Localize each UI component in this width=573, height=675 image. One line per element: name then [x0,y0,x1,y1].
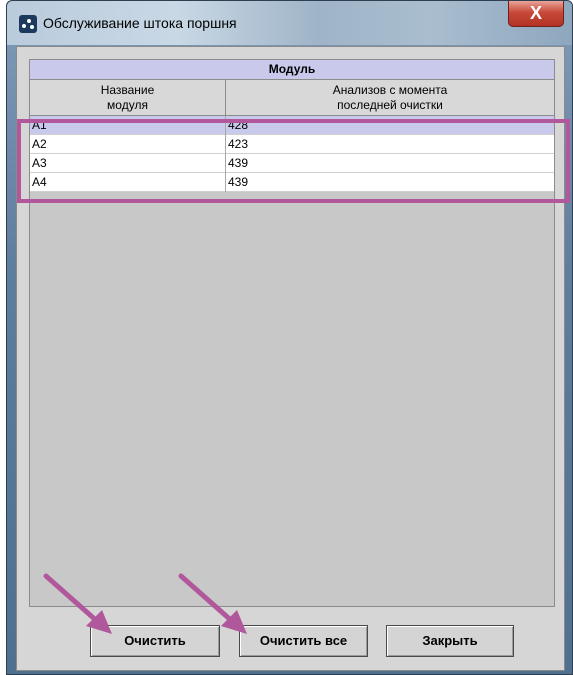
client-area: Модуль Название модуля Анализов с момент… [16,46,565,671]
table-row[interactable]: A1 428 [30,116,554,135]
analyses-count-cell: 423 [228,137,249,151]
module-name-cell: A4 [30,173,226,192]
column-header-module-name-line2: модуля [107,98,148,112]
analyses-count-cell: 428 [228,118,249,132]
close-button[interactable]: Закрыть [386,625,514,657]
window-title: Обслуживание штока поршня [43,15,237,31]
analyses-count-cell: 439 [228,156,249,170]
column-header-module-name[interactable]: Название модуля [30,80,226,116]
table-body: A1 428 A2 423 A3 439 A4 439 [30,116,554,192]
analyses-count-cell: 439 [228,175,249,189]
clear-button[interactable]: Очистить [90,625,220,657]
column-header-module-name-line1: Название [100,83,155,97]
close-window-button[interactable]: X [508,1,564,27]
clear-all-button[interactable]: Очистить все [239,625,368,657]
table-row[interactable]: A2 423 [30,135,554,154]
module-name-cell: A1 [30,116,226,135]
column-header-analyses-count-line1: Анализов с момента [332,83,448,97]
column-header-analyses-count[interactable]: Анализов с момента последней очистки [226,80,554,116]
table-group-header: Модуль [30,60,554,80]
maintenance-window: Обслуживание штока поршня X Модуль Назва… [6,0,573,675]
column-header-analyses-count-line2: последней очистки [337,98,443,112]
app-icon [19,15,37,33]
title-bar[interactable]: Обслуживание штока поршня X [7,1,572,45]
modules-table: Модуль Название модуля Анализов с момент… [29,59,555,607]
table-row[interactable]: A4 439 [30,173,554,192]
module-name-cell: A2 [30,135,226,154]
module-name-cell: A3 [30,154,226,173]
table-row[interactable]: A3 439 [30,154,554,173]
